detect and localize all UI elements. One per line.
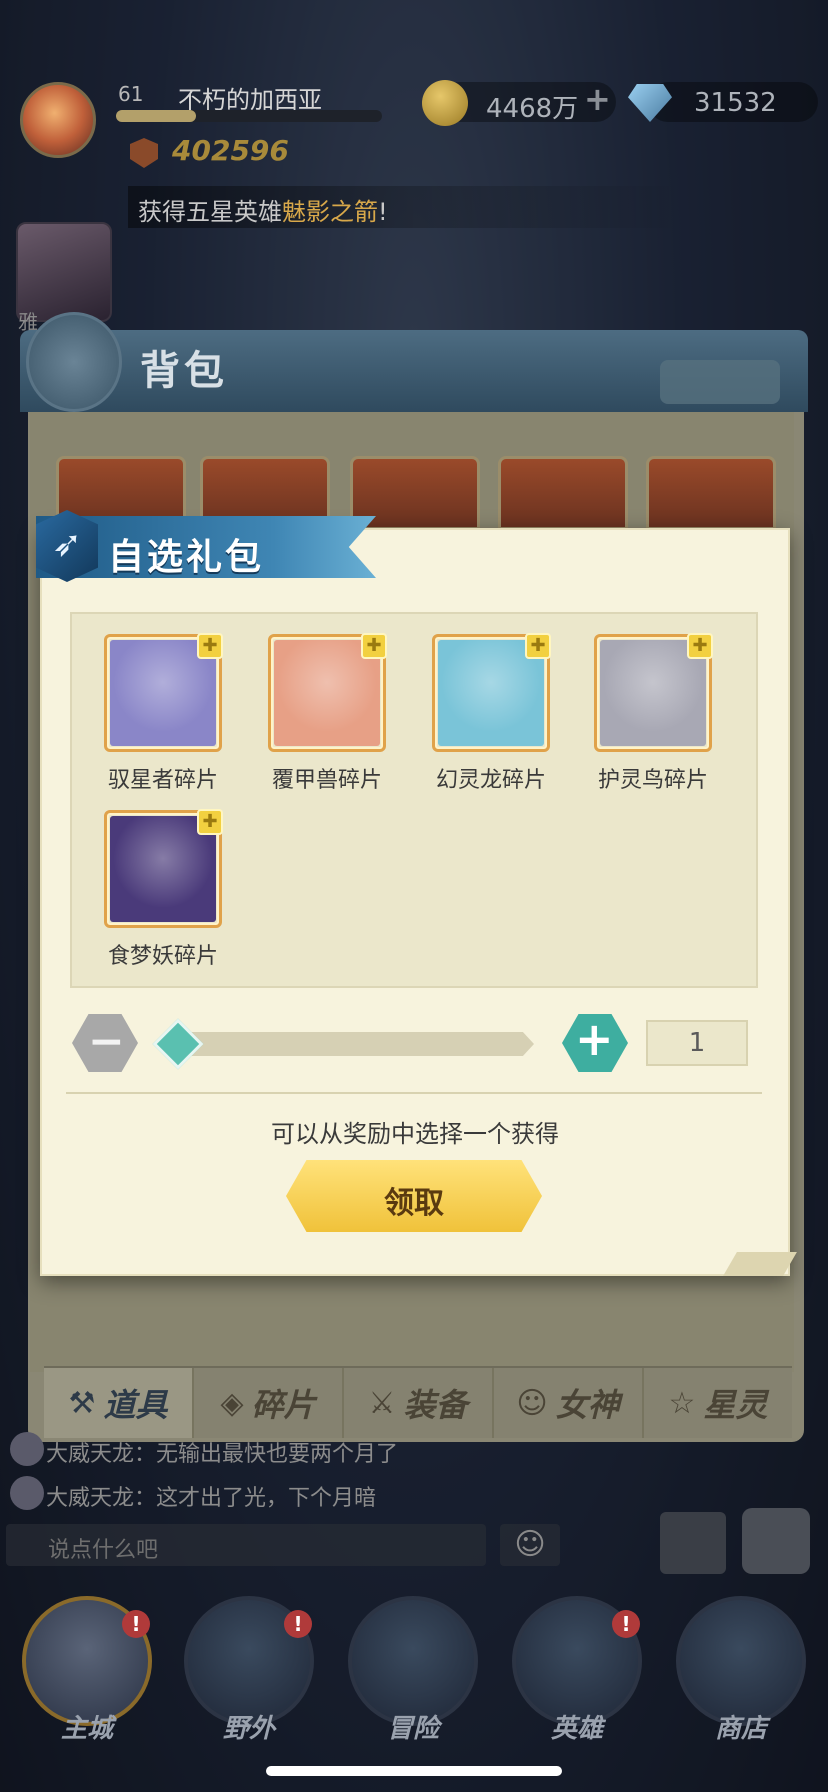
- plus-icon: +: [575, 1012, 614, 1066]
- tab-goddess[interactable]: ☺ 女神: [494, 1368, 644, 1438]
- xp-fill: [116, 110, 196, 122]
- tab-label: 装备: [403, 1386, 468, 1424]
- emoji-icon: ☺: [514, 1527, 546, 1562]
- nav-main-city[interactable]: ! 主城: [22, 1596, 152, 1746]
- minus-icon: −: [88, 1016, 125, 1067]
- quantity-slider[interactable]: [164, 1032, 534, 1056]
- diamond-value: 31532: [694, 88, 777, 118]
- reward-frame: ✚: [104, 633, 223, 752]
- puzzle-icon: ✚: [687, 633, 713, 659]
- announcement-banner: 获得五星英雄魅影之箭!: [128, 186, 688, 228]
- alert-badge: !: [284, 1610, 312, 1638]
- bag-title: 背包: [140, 348, 228, 394]
- reward-frame: ✚: [104, 809, 223, 928]
- emoji-button[interactable]: ☺: [500, 1524, 560, 1566]
- reward-frame: ✚: [432, 633, 551, 752]
- nav-shop[interactable]: 商店: [676, 1596, 806, 1746]
- goddess-icon: ☺: [516, 1385, 548, 1421]
- item-icon: ⚒: [68, 1385, 96, 1421]
- gold-value: 4468万: [486, 94, 579, 124]
- nav-wilderness[interactable]: ! 野外: [184, 1596, 314, 1746]
- alert-badge: !: [122, 1610, 150, 1638]
- tab-equipment[interactable]: ⚔ 装备: [344, 1368, 494, 1438]
- bag-item[interactable]: [646, 456, 776, 530]
- reward-name: 食梦妖碎片: [107, 944, 218, 969]
- dialog-title: 自选礼包: [108, 537, 265, 578]
- tab-label: 星灵: [703, 1386, 768, 1424]
- nav-adventure[interactable]: 冒险: [348, 1596, 478, 1746]
- bag-emblem-icon: [26, 312, 122, 412]
- puzzle-icon: ✚: [525, 633, 551, 659]
- reward-item[interactable]: ✚ 覆甲兽碎片: [246, 614, 387, 793]
- nav-label: 商店: [714, 1714, 767, 1744]
- nav-label: 冒险: [386, 1714, 439, 1744]
- puzzle-icon: ✚: [361, 633, 387, 659]
- home-indicator[interactable]: [266, 1766, 562, 1776]
- fragment-icon: ◈: [220, 1385, 244, 1421]
- announcement-hero: 魅影之箭: [282, 198, 378, 226]
- bag-decoration: [660, 360, 780, 404]
- reward-name: 护灵鸟碎片: [597, 768, 708, 793]
- reward-item[interactable]: ✚ 食梦妖碎片: [82, 790, 223, 969]
- reward-frame: ✚: [594, 633, 713, 752]
- nav-label: 主城: [60, 1714, 113, 1744]
- gold-coin-icon: [422, 80, 468, 126]
- selection-hint: 可以从奖励中选择一个获得: [271, 1120, 559, 1148]
- equipment-icon: ⚔: [368, 1385, 396, 1421]
- star-spirit-icon: ☆: [668, 1385, 696, 1421]
- power-value: 402596: [172, 134, 289, 167]
- reward-item[interactable]: ✚ 护灵鸟碎片: [572, 614, 713, 793]
- add-gold-button[interactable]: +: [584, 80, 611, 118]
- chat-avatar: [10, 1432, 44, 1466]
- quantity-field[interactable]: 1: [646, 1020, 748, 1066]
- nav-heroes[interactable]: ! 英雄: [512, 1596, 642, 1746]
- backpack-icon[interactable]: [742, 1508, 810, 1574]
- reward-item[interactable]: ✚ 驭星者碎片: [82, 614, 223, 793]
- reward-frame: ✚: [268, 633, 387, 752]
- reward-item[interactable]: ✚ 幻灵龙碎片: [410, 614, 551, 793]
- puzzle-icon: ✚: [197, 809, 223, 835]
- chat-message: 大威天龙：这才出了光，下个月暗: [46, 1486, 377, 1511]
- tab-items[interactable]: ⚒ 道具: [44, 1368, 194, 1438]
- nav-label: 野外: [222, 1714, 275, 1744]
- top-hud: 61 不朽的加西亚 402596 4468万 + 31532 获得五星英雄魅影之…: [0, 0, 828, 230]
- tab-star-spirit[interactable]: ☆ 星灵: [644, 1368, 792, 1438]
- tab-label: 道具: [103, 1386, 168, 1424]
- chat-message: 大威天龙：无输出最快也要两个月了: [46, 1442, 399, 1467]
- puzzle-icon: ✚: [197, 633, 223, 659]
- divider: [66, 1092, 762, 1094]
- shop-icon: [676, 1596, 806, 1726]
- bag-tabs: ⚒ 道具 ◈ 碎片 ⚔ 装备 ☺ 女神 ☆ 星灵: [44, 1366, 792, 1438]
- alert-badge: !: [612, 1610, 640, 1638]
- xp-bar: [116, 110, 382, 122]
- player-level-box: 61 不朽的加西亚: [112, 80, 382, 124]
- reward-name: 覆甲兽碎片: [271, 768, 382, 793]
- tab-fragments[interactable]: ◈ 碎片: [194, 1368, 344, 1438]
- bottom-nav: ! 主城 ! 野外 冒险 ! 英雄 商店: [0, 1580, 828, 1792]
- chat-placeholder: 说点什么吧: [48, 1538, 159, 1563]
- ranking-icon[interactable]: [660, 1512, 726, 1574]
- power-icon: [130, 138, 158, 168]
- adventure-icon: [348, 1596, 478, 1726]
- nav-label: 英雄: [550, 1714, 603, 1744]
- bag-item[interactable]: [498, 456, 628, 530]
- announcement-text: 获得五星英雄魅影之箭!: [138, 198, 388, 226]
- player-level: 61: [118, 82, 144, 106]
- arrow-icon: ➶: [52, 524, 83, 565]
- player-avatar[interactable]: [20, 82, 96, 158]
- tab-label: 碎片: [251, 1386, 316, 1424]
- reward-name: 幻灵龙碎片: [435, 768, 546, 793]
- tab-label: 女神: [555, 1386, 620, 1424]
- chat-avatar: [10, 1476, 44, 1510]
- reward-list: ✚ 驭星者碎片 ✚ 覆甲兽碎片 ✚ 幻灵龙碎片 ✚ 护灵鸟碎片 ✚ 食梦妖碎片: [70, 612, 758, 988]
- claim-button-label: 领取: [384, 1186, 444, 1221]
